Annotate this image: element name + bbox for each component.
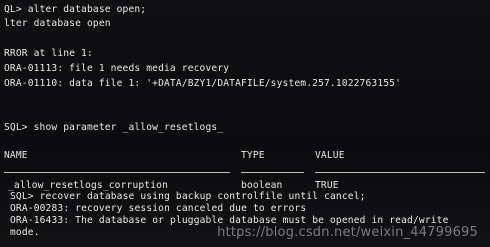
terminal-line-ora-01113: ORA-01113: file 1 needs media recovery [4, 63, 230, 74]
table-header-name: NAME [4, 150, 28, 161]
terminal-window[interactable]: QL> alter database open; lter database o… [0, 0, 490, 247]
table-divider-type [241, 172, 304, 173]
table-cell-value: TRUE [315, 180, 339, 191]
watermark-url: https://blog.csdn.net/weixin_44799695 [217, 225, 478, 240]
terminal-line-show-parameter: SQL> show parameter _allow_resetlogs_ [4, 122, 224, 133]
table-cell-name: _allow_resetlogs_corruption [8, 180, 168, 191]
terminal-line-ora-01110: ORA-01110: data file 1: '+DATA/BZY1/DATA… [4, 78, 402, 89]
terminal-line-error: RROR at line 1: [4, 48, 93, 59]
terminal-line-mode: mode. [10, 227, 40, 238]
terminal-line-1: QL> alter database open; [4, 4, 147, 15]
terminal-line-2: lter database open [4, 18, 111, 29]
table-cell-type: boolean [241, 180, 283, 191]
table-header-type: TYPE [241, 150, 265, 161]
table-header-value: VALUE [315, 150, 345, 161]
table-divider-name [4, 172, 230, 173]
table-divider-value [315, 172, 485, 173]
terminal-line-recover: SQL> recover database using backup contr… [10, 191, 366, 202]
terminal-line-ora-00283: ORA-00283: recovery session canceled due… [10, 203, 307, 214]
